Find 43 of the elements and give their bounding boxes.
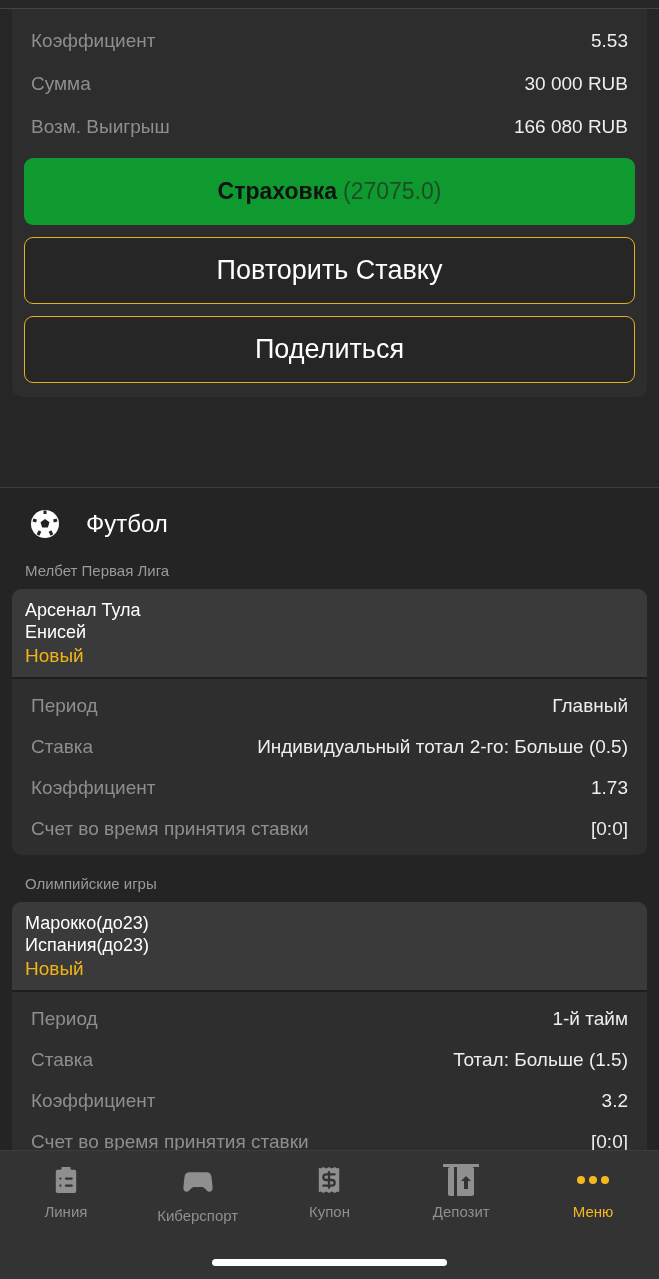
nav-tab[interactable]: Меню — [533, 1163, 654, 1224]
insurance-amount: (27075.0) — [343, 178, 442, 205]
nav-tab[interactable]: Линия — [5, 1163, 126, 1224]
nav-tab[interactable]: Киберспорт — [137, 1163, 258, 1224]
soccer-ball-icon — [30, 509, 60, 539]
detail-label: Ставка — [31, 735, 94, 758]
detail-label: Период — [31, 1007, 98, 1030]
detail-label: Коэффициент — [31, 776, 156, 799]
team-name: Марокко(до23) — [25, 912, 150, 934]
row-value: 5.53 — [591, 29, 628, 52]
detail-value: Тотал: Больше (1.5) — [453, 1048, 628, 1071]
detail-value: Главный — [552, 694, 628, 717]
detail-label: Счет во время принятия ставки — [31, 1130, 309, 1153]
bet-status: Новый — [25, 957, 85, 981]
action-button[interactable]: Поделиться — [24, 316, 635, 383]
detail-value: Индивидуальный тотал 2-го: Больше (0.5) — [257, 735, 628, 758]
row-label: Коэффициент — [31, 29, 156, 52]
detail-label: Счет во время принятия ставки — [31, 817, 309, 840]
sport-title: Футбол — [86, 510, 168, 538]
row-value: 166 080 RUB — [513, 115, 628, 138]
row-label: Сумма — [31, 72, 91, 95]
detail-label: Период — [31, 694, 98, 717]
detail-value: 3.2 — [601, 1089, 628, 1112]
action-button[interactable]: Повторить Ставку — [24, 237, 635, 304]
card-slot-icon — [442, 1163, 481, 1197]
team-name: Арсенал Тула — [25, 599, 142, 621]
row-label: Возм. Выигрыш — [31, 115, 170, 138]
more-dots-icon — [575, 1176, 612, 1184]
nav-tab[interactable]: Купон — [269, 1163, 390, 1224]
league-name: Олимпийские игры — [24, 874, 158, 894]
detail-label: Ставка — [31, 1048, 94, 1071]
insurance-button[interactable]: Страховка (27075.0) — [24, 158, 635, 225]
detail-value: 1-й тайм — [552, 1007, 628, 1030]
league-name: Мелбет Первая Лига — [24, 561, 171, 581]
row-value: 30 000 RUB — [524, 72, 628, 95]
team-name: Испания(до23) — [25, 934, 150, 956]
nav-tab[interactable]: Депозит — [401, 1163, 522, 1224]
team-name: Енисей — [25, 621, 88, 643]
detail-value: [0:0] — [591, 817, 628, 840]
button-label: Страховка — [217, 178, 337, 205]
bet-status: Новый — [25, 644, 85, 668]
detail-label: Коэффициент — [31, 1089, 156, 1112]
detail-value: 1.73 — [591, 776, 628, 799]
